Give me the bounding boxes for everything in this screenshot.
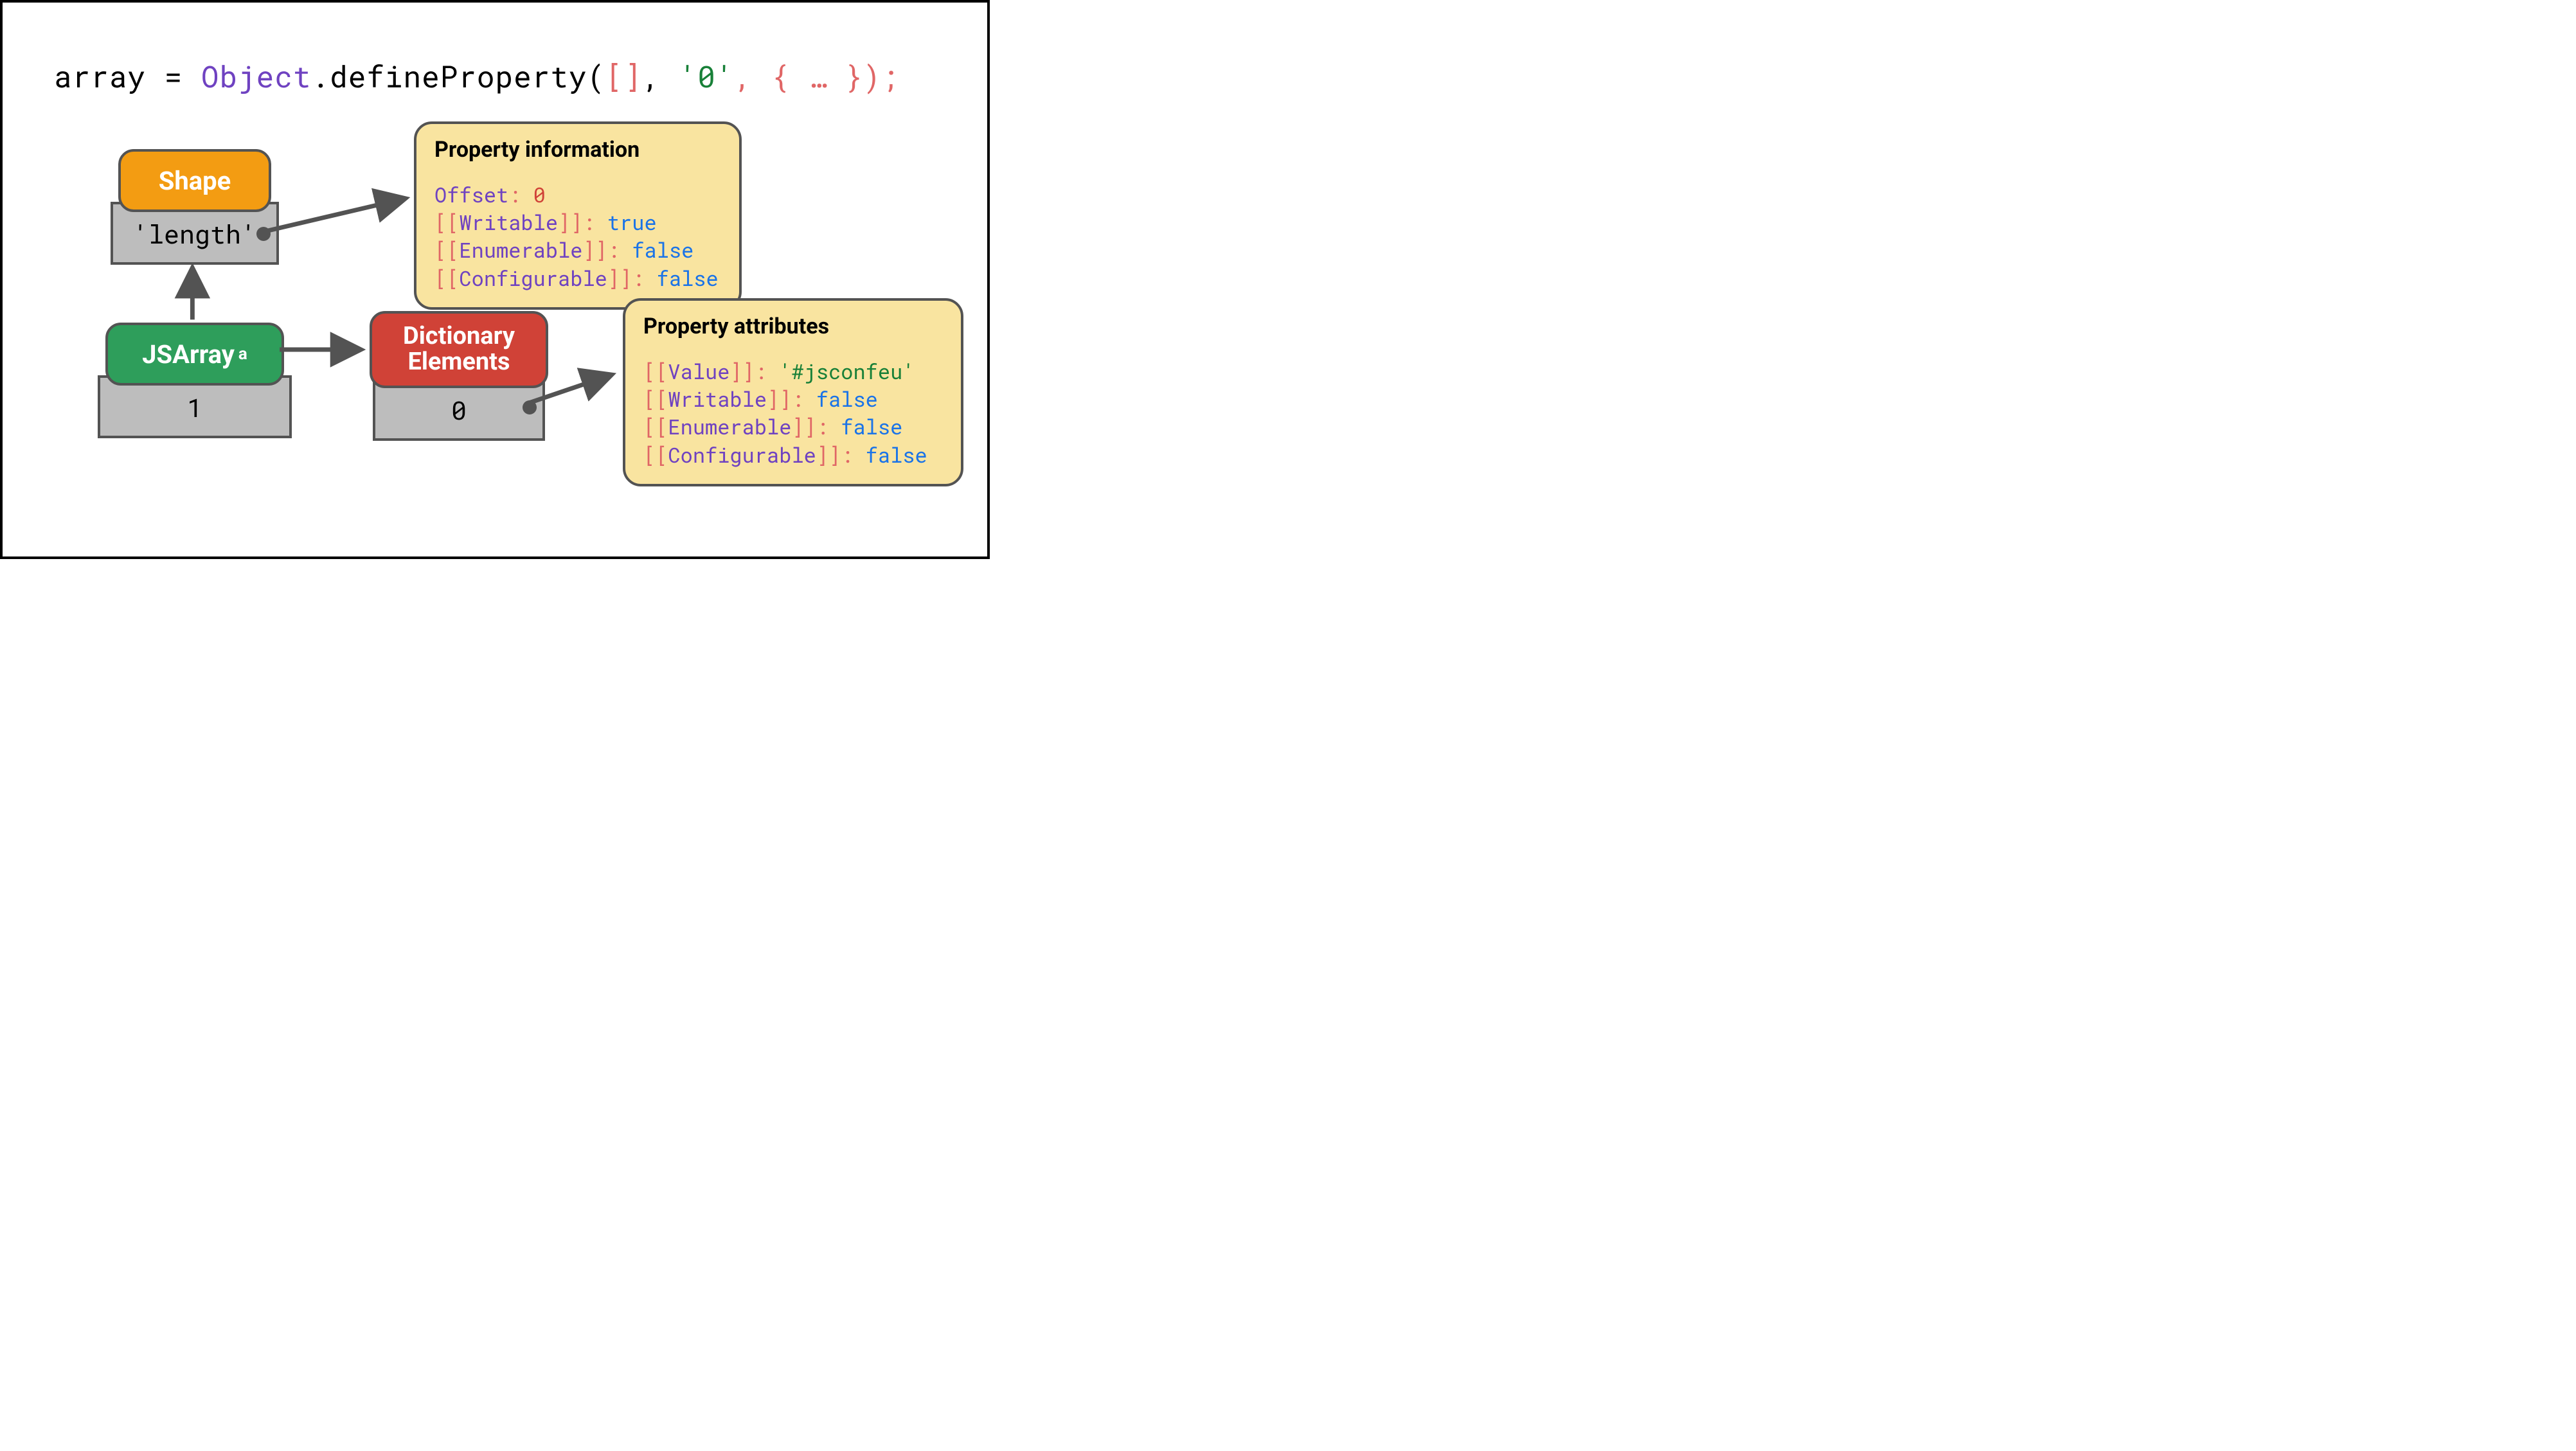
propattr-title: Property attributes xyxy=(643,314,943,339)
propinfo-key-text: Writable xyxy=(459,208,558,236)
connector-dot xyxy=(256,227,271,241)
propattr-val: false xyxy=(866,441,927,468)
bracket: ]]: xyxy=(729,357,779,385)
bracket: [[ xyxy=(643,385,668,413)
propinfo-key-text: Enumerable xyxy=(459,236,582,263)
bracket: [[ xyxy=(643,441,668,468)
bracket: [[ xyxy=(643,413,668,440)
propinfo-key-text: Configurable xyxy=(459,264,607,292)
code-token: [] xyxy=(605,57,642,96)
code-token: Object xyxy=(201,57,312,96)
propinfo-val: false xyxy=(657,264,719,292)
propattr-line: [[Enumerable]]: false xyxy=(643,413,943,440)
propattr-val: false xyxy=(841,413,902,440)
property-information-panel: Property information Offset: 0 [[[[Writa… xyxy=(414,121,742,310)
propinfo-val: true xyxy=(607,208,657,236)
code-token: array = xyxy=(54,57,201,96)
bracket: ]]: xyxy=(582,236,632,263)
propinfo-val: false xyxy=(632,236,693,263)
bracket: ]]: xyxy=(767,385,816,413)
propattr-line: [[Value]]: '#jsconfeu' xyxy=(643,357,943,385)
bracket: ]]: xyxy=(607,264,657,292)
diagram-frame: array = Object.defineProperty([], '0', {… xyxy=(0,0,990,559)
property-attributes-panel: Property attributes [[Value]]: '#jsconfe… xyxy=(623,298,963,486)
propattr-key-text: Enumerable xyxy=(668,413,791,440)
code-token: .defineProperty( xyxy=(311,57,605,96)
dict-label-1: Dictionary xyxy=(403,324,515,350)
bracket: [[ xyxy=(434,264,459,292)
propattr-key-text: Writable xyxy=(668,385,767,413)
propinfo-title: Property information xyxy=(434,137,721,163)
shape-box: Shape xyxy=(118,149,271,212)
jsarray-slot-text: 1 xyxy=(187,390,202,424)
propinfo-line: [[Enumerable]]: false xyxy=(434,236,721,263)
propattr-val: '#jsconfeu' xyxy=(779,357,915,385)
code-token: , { … }); xyxy=(734,57,899,96)
propinfo-key: Offset xyxy=(434,181,508,208)
bracket: ]]: xyxy=(558,208,607,236)
bracket: ]]: xyxy=(791,413,841,440)
bracket: ]]: xyxy=(816,441,866,468)
colon: : xyxy=(508,181,533,208)
propinfo-line: Offset: 0 xyxy=(434,181,721,208)
shape-slot-text: 'length' xyxy=(133,217,256,251)
dict-slot-text: 0 xyxy=(451,393,467,427)
bracket: [[ xyxy=(434,236,459,263)
connector-dot xyxy=(523,400,537,414)
propinfo-line: [[[[Writable]]Writable]]: true xyxy=(434,208,721,236)
code-line: array = Object.defineProperty([], '0', {… xyxy=(54,57,900,96)
jsarray-box: JSArray a xyxy=(105,323,284,386)
code-token: , xyxy=(642,57,679,96)
bracket: [[ xyxy=(643,357,668,385)
code-token: '0' xyxy=(679,57,735,96)
propattr-key-text: Value xyxy=(668,357,729,385)
shape-label: Shape xyxy=(159,166,231,196)
dictionary-elements-box: Dictionary Elements xyxy=(370,311,548,388)
propinfo-val: 0 xyxy=(533,181,546,208)
propattr-val: false xyxy=(816,385,878,413)
propinfo-line: [[Configurable]]: false xyxy=(434,264,721,292)
propattr-line: [[Configurable]]: false xyxy=(643,441,943,468)
bracket: [[ xyxy=(434,208,459,236)
propattr-key-text: Configurable xyxy=(668,441,816,468)
jsarray-sub: a xyxy=(238,344,247,364)
jsarray-label: JSArray xyxy=(142,339,235,369)
propattr-line: [[Writable]]: false xyxy=(643,385,943,413)
dict-label-2: Elements xyxy=(407,350,510,375)
